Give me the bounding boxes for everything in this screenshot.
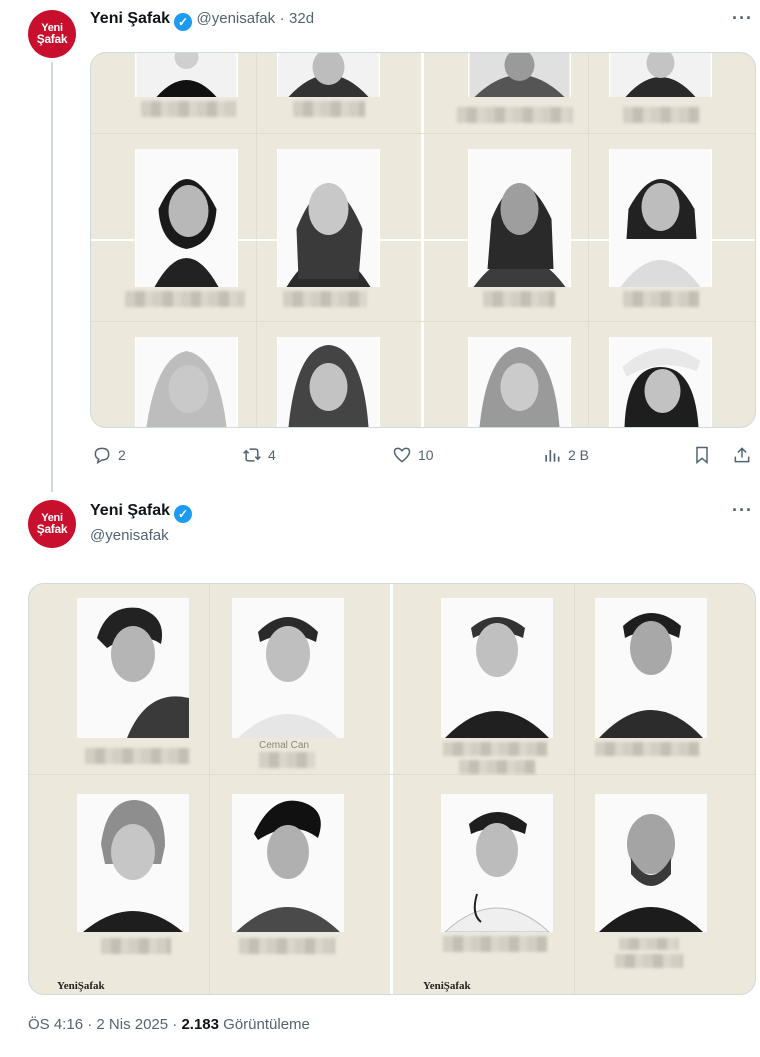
- caption-blur: [141, 101, 236, 117]
- grid-line: [574, 584, 575, 994]
- caption-blur: [283, 291, 367, 307]
- brand-watermark: YeniŞafak: [423, 980, 471, 992]
- portrait-photo: [77, 598, 189, 738]
- separator-dot: ·: [172, 1016, 178, 1033]
- display-name[interactable]: Yeni Şafak: [90, 10, 170, 27]
- caption-blur: [101, 938, 171, 954]
- portrait-photo: [277, 149, 380, 287]
- reply-icon: [94, 447, 110, 465]
- caption-blur: [619, 938, 679, 950]
- handle[interactable]: @yenisafak: [197, 10, 276, 27]
- like-icon: [393, 447, 411, 463]
- caption-blur: [615, 954, 683, 968]
- portrait-photo: [468, 149, 571, 287]
- portrait-photo: [468, 53, 571, 97]
- portrait-photo: [135, 149, 238, 287]
- portrait-photo: [277, 337, 380, 427]
- like-count: 10: [418, 447, 434, 463]
- tweet2-media[interactable]: Cemal Can YeniŞafak YeniŞafak: [28, 583, 756, 995]
- separator-dot: ·: [279, 10, 285, 27]
- portrait-photo: [441, 794, 553, 932]
- avatar-line2: Şafak: [36, 522, 68, 536]
- grid-line: [209, 584, 210, 994]
- views-count: 2 B: [568, 447, 590, 463]
- grid-line: [91, 133, 755, 134]
- thread-line: [51, 62, 53, 492]
- caption-blur: [443, 742, 547, 756]
- avatar[interactable]: Yeni Şafak: [28, 10, 76, 58]
- retweet-count: 4: [268, 447, 276, 463]
- handle[interactable]: @yenisafak: [90, 527, 169, 544]
- views-label: Görüntüleme: [223, 1016, 310, 1033]
- avatar[interactable]: Yeni Şafak: [28, 500, 76, 548]
- caption-blur: [483, 291, 555, 307]
- views-icon: [545, 450, 560, 462]
- brand-watermark: YeniŞafak: [57, 980, 105, 992]
- display-name[interactable]: Yeni Şafak ✓: [90, 502, 193, 523]
- tweet1-header: Yeni Şafak ✓ @yenisafak · 32d: [90, 10, 314, 31]
- portrait-photo: [609, 337, 712, 427]
- portrait-photo: [468, 337, 571, 427]
- portrait-photo: [595, 794, 707, 932]
- caption-blur: [85, 748, 189, 764]
- portrait-photo: [441, 598, 553, 738]
- portrait-photo: [609, 53, 712, 97]
- caption-blur: [259, 752, 315, 768]
- caption-blur: [125, 291, 245, 307]
- media-divider: [390, 584, 393, 994]
- timestamp[interactable]: 32d: [289, 10, 314, 27]
- portrait-photo: [135, 337, 238, 427]
- caption-blur: [239, 938, 335, 954]
- portrait-photo: [609, 149, 712, 287]
- views-button[interactable]: 2 B: [542, 445, 589, 465]
- caption-text: Cemal Can: [259, 740, 310, 751]
- retweet-button[interactable]: 4: [242, 445, 276, 465]
- views-count: 2.183: [181, 1016, 219, 1033]
- post-time[interactable]: ÖS 4:16: [28, 1016, 83, 1033]
- more-icon[interactable]: ···: [732, 500, 753, 521]
- display-name-text: Yeni Şafak: [90, 502, 171, 519]
- caption-blur: [623, 107, 699, 123]
- portrait-photo: [595, 598, 707, 738]
- reply-button[interactable]: 2: [92, 445, 126, 465]
- verified-icon: ✓: [174, 505, 193, 523]
- post-date[interactable]: 2 Nis 2025: [96, 1016, 168, 1033]
- verified-icon: ✓: [174, 13, 193, 31]
- caption-blur: [293, 101, 365, 117]
- like-button[interactable]: 10: [392, 445, 434, 465]
- reply-count: 2: [118, 447, 126, 463]
- grid-line: [29, 774, 755, 775]
- grid-line: [91, 321, 755, 322]
- tweet1-media[interactable]: [90, 52, 756, 428]
- share-button[interactable]: [732, 445, 758, 465]
- avatar-line2: Şafak: [36, 32, 68, 46]
- bookmark-button[interactable]: [692, 445, 718, 465]
- more-icon[interactable]: ···: [732, 8, 753, 29]
- bookmark-icon: [696, 446, 708, 465]
- portrait-photo: [77, 794, 189, 932]
- caption-blur: [457, 107, 573, 123]
- portrait-photo: [232, 598, 344, 738]
- portrait-photo: [232, 794, 344, 932]
- separator-dot: ·: [87, 1016, 93, 1033]
- share-icon: [734, 447, 750, 463]
- tweet-meta: ÖS 4:16 · 2 Nis 2025 · 2.183 Görüntüleme: [28, 1016, 310, 1033]
- portrait-photo: [277, 53, 380, 97]
- caption-blur: [595, 742, 699, 756]
- portrait-photo: [135, 53, 238, 97]
- caption-blur: [459, 760, 535, 774]
- caption-blur: [623, 291, 699, 307]
- retweet-icon: [243, 448, 261, 462]
- caption-blur: [443, 936, 547, 952]
